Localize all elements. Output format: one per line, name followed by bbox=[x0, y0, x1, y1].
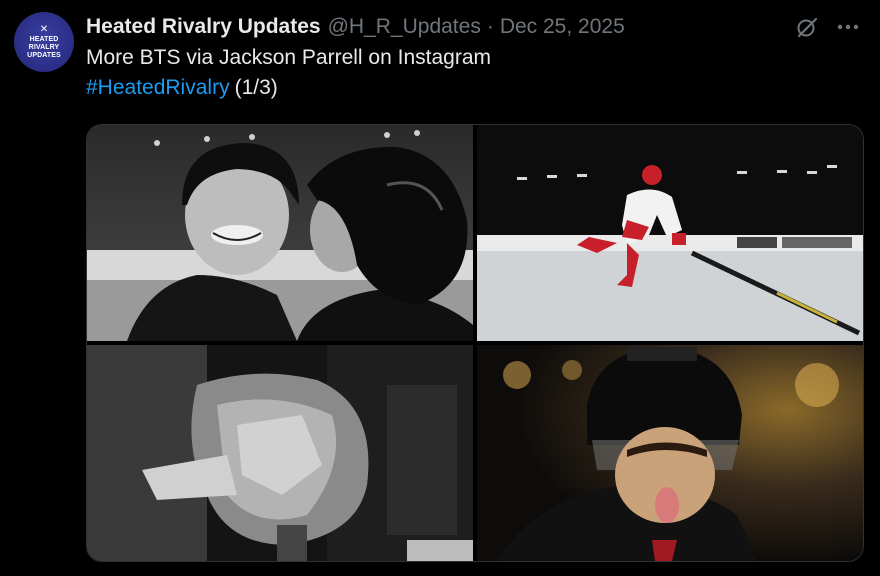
photo-camera-plastic[interactable] bbox=[87, 345, 473, 561]
tweet-part-counter: (1/3) bbox=[234, 76, 278, 99]
tweet-date[interactable]: Dec 25, 2025 bbox=[500, 15, 625, 39]
tweet-text-line-2: #HeatedRivalry (1/3) bbox=[86, 76, 278, 100]
media-grid bbox=[86, 124, 864, 562]
hockey-sticks-icon: ✕ bbox=[39, 23, 49, 35]
tweet-text: More BTS via Jackson Parrell on Instagra… bbox=[86, 46, 491, 69]
hashtag-link[interactable]: #HeatedRivalry bbox=[86, 76, 230, 99]
avatar-text-line-2: RIVALRY bbox=[28, 43, 60, 51]
photo-players-kiss[interactable] bbox=[87, 125, 473, 341]
account-handle[interactable]: @H_R_Updates bbox=[328, 15, 481, 39]
photo-skater-rink[interactable] bbox=[477, 125, 863, 341]
more-icon[interactable] bbox=[835, 14, 861, 40]
photo-player-closeup[interactable] bbox=[477, 345, 863, 561]
account-name[interactable]: Heated Rivalry Updates bbox=[86, 15, 321, 39]
separator-dot: · bbox=[486, 15, 494, 38]
tweet-header: Heated Rivalry Updates @H_R_Updates · De… bbox=[86, 13, 625, 41]
avatar-text-line-3: UPDATES bbox=[27, 51, 61, 59]
avatar[interactable]: ✕ HEATED RIVALRY UPDATES bbox=[14, 12, 74, 72]
grok-icon[interactable] bbox=[794, 14, 820, 40]
avatar-text-line-1: HEATED bbox=[29, 35, 59, 43]
